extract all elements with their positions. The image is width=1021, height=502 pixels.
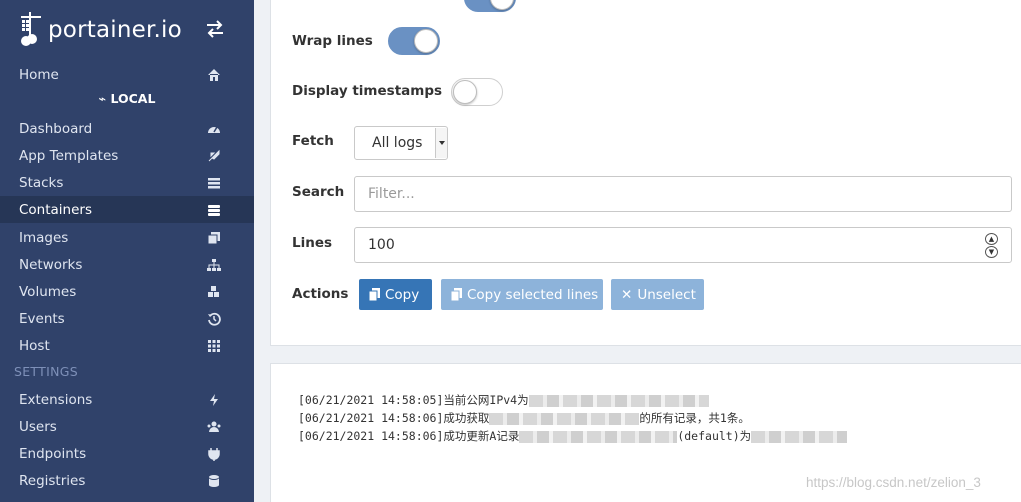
sidebar-item-label: Dashboard — [19, 120, 93, 137]
increment-icon[interactable]: ▲ — [985, 233, 998, 245]
copy-selected-label: Copy selected lines — [467, 286, 599, 303]
sidebar-item-volumes[interactable]: Volumes — [0, 278, 254, 305]
unselect-button[interactable]: ✕ Unselect — [611, 279, 704, 310]
lines-label: Lines — [292, 235, 333, 251]
sidebar-item-label: Networks — [19, 256, 83, 273]
endpoint-name: ⌁ LOCAL — [98, 91, 156, 106]
sidebar-item-label: Extensions — [19, 391, 93, 408]
copy-button-label: Copy — [385, 286, 420, 303]
sidebar-item-label: Volumes — [19, 283, 77, 300]
search-filter-input[interactable] — [354, 176, 1012, 212]
th-icon — [208, 340, 220, 352]
list-icon — [208, 178, 220, 189]
cubes-icon — [208, 286, 219, 297]
display-timestamps-label: Display timestamps — [292, 83, 443, 99]
auto-refresh-toggle[interactable] — [464, 0, 516, 12]
sidebar-item-label: Host — [19, 337, 50, 354]
log-line[interactable]: [06/21/2021 14:58:06]成功获取 的所有记录，共1条。 — [298, 410, 750, 426]
redacted-ip — [528, 394, 709, 407]
lines-input[interactable] — [354, 227, 1012, 263]
watermark: https://blog.csdn.net/zelion_3 — [806, 475, 981, 490]
sidebar-item-label: Endpoints — [19, 445, 87, 462]
sidebar-item-label: Events — [19, 310, 65, 327]
sidebar-item-endpoints[interactable]: Endpoints — [0, 440, 254, 467]
sidebar-item-label: Users — [19, 418, 57, 435]
sidebar-item-label: Registries — [19, 472, 86, 489]
sidebar-item-app-templates[interactable]: App Templates — [0, 142, 254, 169]
sidebar: portainer.io Home ⌁ LOCAL Dashboard App … — [0, 0, 254, 502]
settings-heading: SETTINGS — [14, 364, 78, 379]
sidebar-item-events[interactable]: Events — [0, 305, 254, 332]
crane-logo-icon — [21, 12, 41, 46]
home-icon — [208, 69, 220, 81]
sidebar-item-stacks[interactable]: Stacks — [0, 169, 254, 196]
sidebar-item-networks[interactable]: Networks — [0, 251, 254, 278]
copy-selected-lines-button[interactable]: Copy selected lines — [441, 279, 603, 310]
unselect-label: Unselect — [637, 286, 696, 303]
redacted-domain — [489, 412, 640, 425]
sidebar-toggle-icon[interactable] — [204, 18, 226, 40]
sitemap-icon — [207, 259, 221, 271]
database-icon — [209, 475, 219, 487]
log-line[interactable]: [06/21/2021 14:58:05]当前公网IPv4为 — [298, 392, 709, 408]
sidebar-item-registries[interactable]: Registries — [0, 467, 254, 494]
sidebar-item-users[interactable]: Users — [0, 413, 254, 440]
fetch-label: Fetch — [292, 133, 334, 149]
display-timestamps-toggle[interactable] — [451, 78, 503, 106]
sidebar-item-host[interactable]: Host — [0, 332, 254, 359]
wrap-lines-toggle[interactable] — [388, 27, 440, 55]
copy-button[interactable]: Copy — [359, 279, 432, 310]
times-icon: ✕ — [621, 286, 633, 303]
decrement-icon[interactable]: ▼ — [985, 246, 998, 258]
caret-down-icon — [435, 128, 447, 158]
sidebar-item-home[interactable]: Home — [0, 61, 254, 88]
rocket-icon — [208, 149, 220, 162]
actions-label: Actions — [292, 286, 349, 302]
redacted-ip — [751, 430, 848, 443]
sidebar-item-containers[interactable]: Containers — [0, 196, 254, 223]
sidebar-item-label: App Templates — [19, 147, 119, 164]
log-line[interactable]: [06/21/2021 14:58:06]成功更新A记录 (default)为 — [298, 428, 848, 444]
tachometer-icon — [208, 126, 220, 133]
lines-stepper[interactable]: ▲ ▼ — [985, 233, 998, 259]
sidebar-item-label: Containers — [19, 201, 93, 218]
sidebar-item-label: Home — [19, 66, 59, 83]
copy-icon — [451, 288, 462, 301]
history-icon — [208, 312, 221, 326]
plug-icon: ⌁ — [98, 91, 107, 106]
users-icon — [207, 421, 221, 432]
wrap-lines-label: Wrap lines — [292, 33, 373, 49]
server-icon — [208, 205, 220, 216]
sidebar-item-dashboard[interactable]: Dashboard — [0, 115, 254, 142]
search-label: Search — [292, 184, 345, 200]
sidebar-item-label: Images — [19, 229, 69, 246]
redacted-record — [519, 430, 678, 443]
sidebar-item-extensions[interactable]: Extensions — [0, 386, 254, 413]
fetch-select[interactable]: All logs — [354, 126, 448, 160]
portainer-logo[interactable]: portainer.io — [18, 4, 182, 56]
sidebar-item-label: Stacks — [19, 174, 64, 191]
sidebar-item-images[interactable]: Images — [0, 224, 254, 251]
copy-icon — [369, 288, 380, 301]
bolt-icon — [210, 394, 218, 406]
app-name: portainer.io — [48, 17, 182, 43]
clone-icon — [207, 232, 220, 245]
fetch-selected-value: All logs — [372, 135, 423, 151]
plug-icon — [208, 448, 220, 461]
toggle-knob — [414, 29, 438, 53]
toggle-knob — [453, 80, 477, 104]
